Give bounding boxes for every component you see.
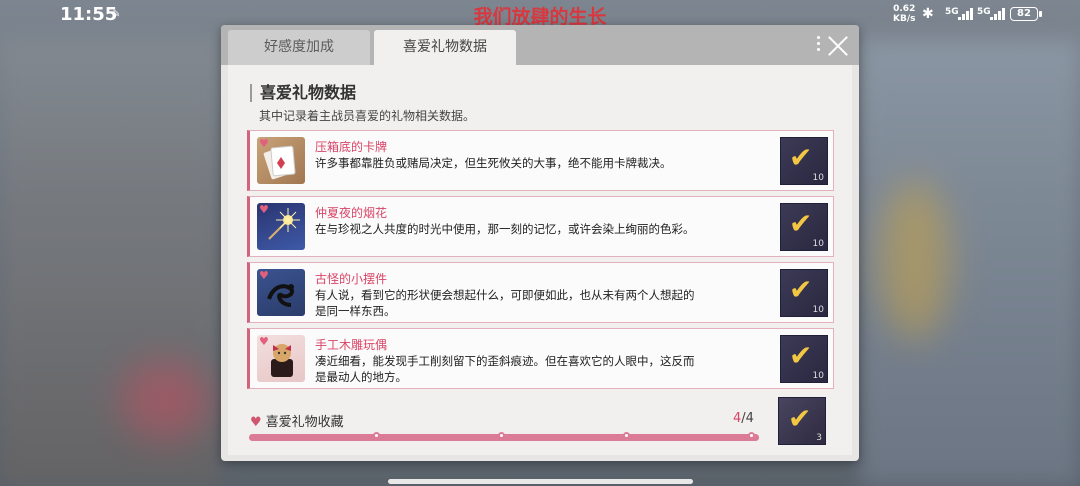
battery-level: 82 — [1017, 8, 1031, 19]
progress-milestone-dot — [373, 432, 380, 439]
close-button[interactable] — [817, 33, 853, 59]
collection-label: ♥ 喜爱礼物收藏 — [250, 411, 344, 430]
collection-total: /4 — [741, 411, 754, 426]
signal-label-2: 5G — [977, 7, 991, 17]
tab-strip: 好感度加成 喜爱礼物数据 — [221, 25, 859, 65]
checkmark-icon: ✔ — [789, 207, 813, 240]
gift-description: 许多事都靠胜负或赌局决定，但生死攸关的大事，绝不能用卡牌裁决。 — [315, 156, 672, 170]
heart-icon: ♥ — [250, 415, 262, 430]
sparkler-icon: ♥ — [257, 203, 305, 250]
checkmark-icon: ✔ — [789, 273, 813, 306]
reward-count: 10 — [812, 173, 824, 183]
background-figure — [880, 180, 950, 340]
network-speed: 0.62 KB/s — [893, 4, 915, 24]
gift-reward[interactable]: ✔ 10 — [780, 203, 828, 251]
reward-count: 3 — [816, 433, 822, 443]
reward-count: 10 — [812, 239, 824, 249]
progress-milestone-dot — [748, 432, 755, 439]
gift-name: 古怪的小摆件 — [315, 272, 388, 286]
progress-milestone-dot — [623, 432, 630, 439]
ornament-icon: ♥ — [257, 269, 305, 316]
gift-row-cards[interactable]: ♥ 压箱底的卡牌 许多事都靠胜负或赌局决定，但生死攸关的大事，绝不能用卡牌裁决。… — [247, 130, 834, 191]
gift-description: 有人说，看到它的形状便会想起什么，可即便如此，也从未有两个人想起的是同一样东西。 — [315, 288, 695, 318]
bluetooth-icon: ✱ — [922, 6, 934, 22]
favorite-heart-icon: ♥ — [259, 269, 269, 282]
gift-reward[interactable]: ✔ 10 — [780, 335, 828, 383]
network-speed-unit: KB/s — [893, 14, 916, 24]
more-dots-icon — [817, 36, 820, 54]
reward-count: 10 — [812, 305, 824, 315]
gift-name: 压箱底的卡牌 — [315, 140, 388, 154]
cards-icon: ♥ — [257, 137, 305, 184]
gift-reward[interactable]: ✔ 10 — [780, 269, 828, 317]
collection-progress-count: 4/4 — [733, 411, 754, 426]
gift-row-wooden-doll[interactable]: ♥ 手工木雕玩偶 凑近细看，能发现手工削刻留下的歪斜痕迹。但在喜欢它的人眼中，这… — [247, 328, 834, 389]
collection-label-text: 喜爱礼物收藏 — [265, 415, 344, 430]
gift-data-panel: 喜爱礼物数据 其中记录着主战员喜爱的礼物相关数据。 ♥ 压箱底的卡牌 许多事都靠… — [228, 65, 852, 455]
checkmark-icon: ✔ — [788, 402, 812, 435]
gift-row-ornament[interactable]: ♥ 古怪的小摆件 有人说，看到它的形状便会想起什么，可即便如此，也从未有两个人想… — [247, 262, 834, 323]
gift-description: 凑近细看，能发现手工削刻留下的歪斜痕迹。但在喜欢它的人眼中，这反而是最动人的地方… — [315, 354, 695, 384]
favorite-heart-icon: ♥ — [259, 203, 269, 216]
collection-reward[interactable]: ✔ 3 — [778, 397, 826, 445]
gift-row-fireworks[interactable]: ♥ 仲夏夜的烟花 在与珍视之人共度的时光中使用，那一刻的记忆，或许会染上绚丽的色… — [247, 196, 834, 257]
signal-label-1: 5G — [945, 7, 959, 17]
tab-affinity-bonus[interactable]: 好感度加成 — [228, 30, 370, 65]
gift-dialog: 好感度加成 喜爱礼物数据 喜爱礼物数据 其中记录着主战员喜爱的礼物相关数据。 ♥… — [221, 25, 859, 461]
network-speed-value: 0.62 — [893, 4, 916, 14]
collection-progress-bar — [249, 432, 759, 441]
home-indicator[interactable] — [388, 479, 693, 484]
background-heart — [120, 360, 210, 440]
reward-count: 10 — [812, 371, 824, 381]
checkmark-icon: ✔ — [789, 339, 813, 372]
wooden-doll-icon: ♥ — [257, 335, 305, 382]
tab-favorite-gift-data[interactable]: 喜爱礼物数据 — [374, 30, 516, 65]
close-icon — [825, 33, 851, 59]
gift-description: 在与珍视之人共度的时光中使用，那一刻的记忆，或许会染上绚丽的色彩。 — [315, 222, 695, 236]
section-description: 其中记录着主战员喜爱的礼物相关数据。 — [259, 109, 476, 123]
gift-name: 手工木雕玩偶 — [315, 338, 388, 352]
signal-bars-1-icon — [958, 8, 973, 20]
signal-bars-2-icon — [990, 8, 1005, 20]
battery-icon: 82 — [1010, 7, 1042, 21]
progress-milestone-dot — [498, 432, 505, 439]
favorite-heart-icon: ♥ — [259, 335, 269, 348]
gift-reward[interactable]: ✔ 10 — [780, 137, 828, 185]
favorite-heart-icon: ♥ — [259, 137, 269, 150]
checkmark-icon: ✔ — [789, 141, 813, 174]
gift-name: 仲夏夜的烟花 — [315, 206, 388, 220]
section-title: 喜爱礼物数据 — [250, 84, 356, 102]
